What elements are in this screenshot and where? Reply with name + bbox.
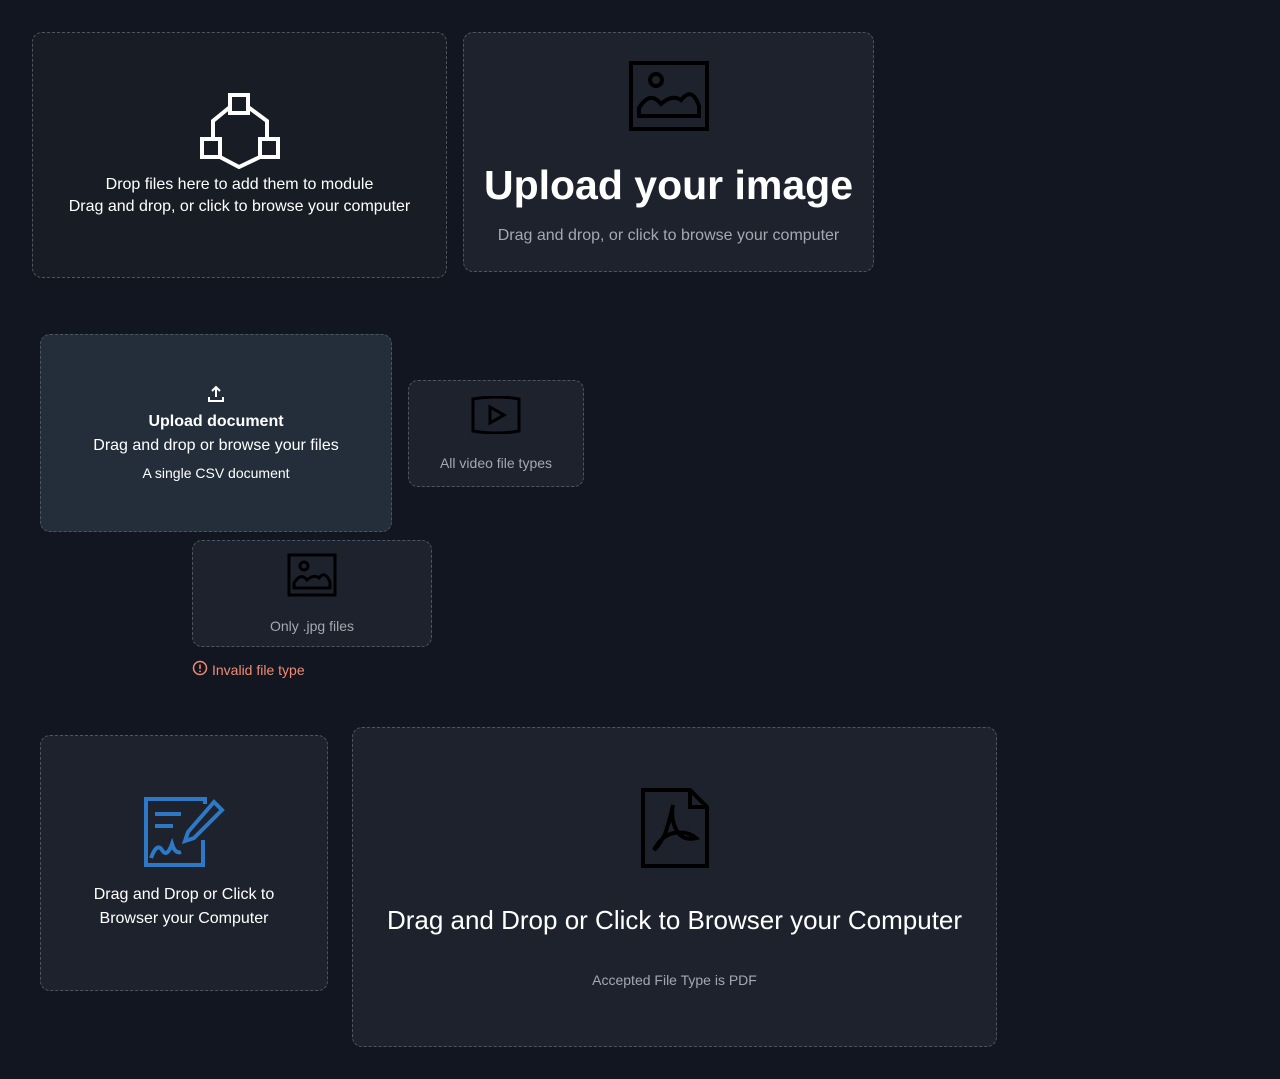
document-dropzone-subtitle: Drag and drop or browse your files [93, 436, 339, 454]
warning-circle-icon [192, 660, 212, 679]
video-play-icon [471, 395, 521, 439]
network-nodes-icon [199, 92, 281, 174]
document-dropzone-note: A single CSV document [142, 464, 290, 481]
pdf-dropzone-title: Drag and Drop or Click to Browser your C… [386, 904, 963, 935]
pdf-file-icon [640, 787, 710, 874]
module-dropzone[interactable]: Drop files here to add them to module Dr… [32, 32, 447, 278]
signature-dropzone[interactable]: Drag and Drop or Click to Browser your C… [40, 735, 328, 991]
image-dropzone-title: Upload your image [483, 161, 854, 208]
invalid-file-error-text: Invalid file type [212, 661, 305, 678]
image-dropzone[interactable]: Upload your image Drag and drop, or clic… [463, 32, 874, 272]
invalid-file-error: Invalid file type [192, 660, 305, 679]
module-dropzone-line2: Drag and drop, or click to browse your c… [68, 197, 411, 215]
document-dropzone-title: Upload document [148, 412, 284, 430]
image-icon [287, 553, 337, 602]
pdf-dropzone[interactable]: Drag and Drop or Click to Browser your C… [352, 727, 997, 1047]
video-dropzone-note: All video file types [439, 455, 553, 471]
upload-icon [207, 385, 225, 408]
module-dropzone-line1: Drop files here to add them to module [105, 175, 374, 193]
document-dropzone[interactable]: Upload document Drag and drop or browse … [40, 334, 392, 532]
image-icon [628, 60, 710, 137]
jpg-dropzone-note: Only .jpg files [269, 618, 355, 634]
pdf-dropzone-note: Accepted File Type is PDF [592, 971, 757, 988]
image-dropzone-subtitle: Drag and drop, or click to browse your c… [497, 226, 840, 244]
signature-dropzone-text: Drag and Drop or Click to Browser your C… [93, 885, 275, 927]
signature-document-icon [143, 796, 225, 873]
jpg-dropzone[interactable]: Only .jpg files [192, 540, 432, 647]
video-dropzone[interactable]: All video file types [408, 380, 584, 487]
